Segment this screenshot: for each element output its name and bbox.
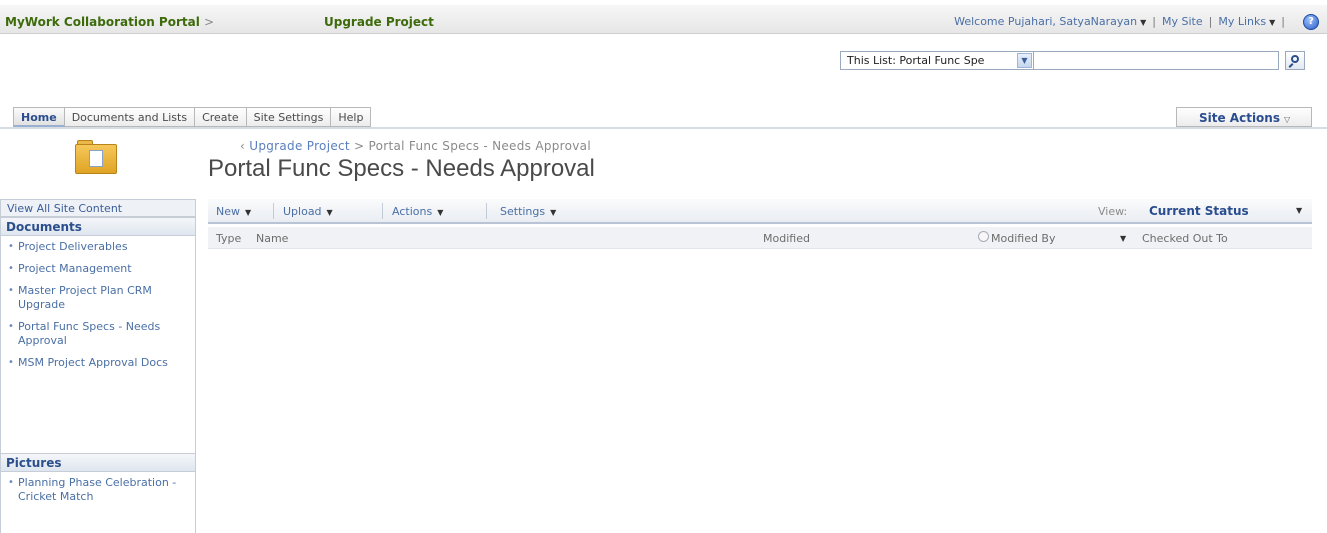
top-bar-body: MyWork Collaboration Portal > Upgrade Pr…	[0, 5, 1327, 34]
quicklaunch-pictures-list: Planning Phase Celebration - Cricket Mat…	[0, 472, 196, 533]
upload-label: Upload	[283, 205, 322, 218]
chevron-down-icon[interactable]: ▼	[1120, 234, 1126, 243]
quicklaunch-item[interactable]: Project Deliverables	[1, 236, 195, 258]
welcome-text[interactable]: Welcome Pujahari, SatyaNarayan	[954, 15, 1137, 28]
toolbar-divider	[486, 203, 487, 219]
help-icon[interactable]: ?	[1303, 14, 1319, 30]
quicklaunch-header-documents[interactable]: Documents	[0, 217, 196, 236]
page-title: Portal Func Specs - Needs Approval	[208, 155, 595, 182]
folder-icon	[75, 140, 117, 174]
search-icon-handle	[1288, 63, 1294, 68]
quicklaunch-item[interactable]: Portal Func Specs - Needs Approval	[1, 316, 195, 352]
tab-site-settings[interactable]: Site Settings	[246, 107, 332, 127]
user-links: Welcome Pujahari, SatyaNarayan ▼ | My Site |…	[954, 15, 1291, 28]
column-header-type[interactable]: Type	[216, 232, 241, 245]
list-column-headers: Type Name Modified Modified By ▼ Checked…	[208, 227, 1312, 249]
settings-menu[interactable]: Settings ▼	[500, 205, 556, 218]
breadcrumb-project-link[interactable]: Upgrade Project	[249, 139, 350, 153]
clock-icon	[978, 231, 989, 242]
global-top-bar: MyWork Collaboration Portal > Upgrade Pr…	[0, 0, 1327, 34]
view-select[interactable]: Current Status	[1149, 204, 1249, 218]
chevron-down-icon[interactable]: ▼	[1017, 53, 1032, 68]
chevron-down-icon[interactable]: ▼	[1140, 18, 1146, 27]
breadcrumb-lead: ‹	[240, 139, 246, 153]
tab-create[interactable]: Create	[195, 107, 247, 127]
chevron-down-icon: ▼	[245, 208, 252, 217]
site-actions-label: Site Actions	[1199, 111, 1280, 125]
document-icon	[89, 150, 103, 167]
search-scope-value: This List: Portal Func Spe	[847, 54, 985, 67]
toolbar-divider	[273, 203, 274, 219]
view-all-site-content-link[interactable]: View All Site Content	[0, 200, 196, 217]
column-header-checked-out-to[interactable]: Checked Out To	[1142, 232, 1228, 245]
chevron-down-icon: ▼	[550, 208, 557, 217]
breadcrumb-current: > Portal Func Specs - Needs Approval	[354, 139, 591, 153]
actions-label: Actions	[392, 205, 433, 218]
site-actions-menu[interactable]: Site Actions ▽	[1176, 107, 1312, 127]
welcome-menu[interactable]: Welcome Pujahari, SatyaNarayan ▼	[954, 15, 1146, 28]
column-header-name[interactable]: Name	[256, 232, 288, 245]
quick-launch: View All Site Content Documents Project …	[0, 199, 196, 533]
my-site-link[interactable]: My Site	[1162, 15, 1203, 28]
column-header-modified[interactable]: Modified	[763, 232, 810, 245]
breadcrumb-separator: >	[204, 15, 215, 29]
search-input[interactable]	[1034, 51, 1279, 70]
quicklaunch-item[interactable]: MSM Project Approval Docs	[1, 352, 195, 374]
divider: |	[1208, 15, 1213, 28]
chevron-down-icon: ▼	[326, 208, 333, 217]
quicklaunch-documents-list: Project Deliverables Project Management …	[0, 236, 196, 453]
quicklaunch-item[interactable]: Master Project Plan CRM Upgrade	[1, 280, 195, 316]
divider: |	[1281, 15, 1285, 28]
new-label: New	[216, 205, 240, 218]
tab-home[interactable]: Home	[13, 107, 65, 127]
divider: |	[1152, 15, 1157, 28]
chevron-down-icon[interactable]: ▼	[1269, 18, 1275, 27]
search-button[interactable]	[1285, 51, 1305, 70]
view-label: View:	[1098, 205, 1128, 218]
column-header-modified-by[interactable]: Modified By	[991, 232, 1056, 245]
toolbar-divider	[382, 203, 383, 219]
new-menu[interactable]: New ▼	[216, 205, 251, 218]
settings-label: Settings	[500, 205, 546, 218]
project-link[interactable]: Upgrade Project	[324, 15, 434, 29]
nav-divider	[0, 127, 1327, 129]
tab-help[interactable]: Help	[331, 107, 372, 127]
quicklaunch-item[interactable]: Project Management	[1, 258, 195, 280]
tab-documents-and-lists[interactable]: Documents and Lists	[64, 107, 196, 127]
portal-breadcrumb[interactable]: MyWork Collaboration Portal >	[5, 15, 214, 29]
quicklaunch-header-pictures[interactable]: Pictures	[0, 453, 196, 472]
chevron-down-icon: ▽	[1284, 115, 1291, 124]
my-links-text[interactable]: My Links	[1218, 15, 1266, 28]
my-links-menu[interactable]: My Links ▼	[1218, 15, 1275, 28]
actions-menu[interactable]: Actions ▼	[392, 205, 443, 218]
top-nav-tabs: Home Documents and Lists Create Site Set…	[13, 107, 372, 127]
upload-menu[interactable]: Upload ▼	[283, 205, 333, 218]
breadcrumb: ‹ Upgrade Project > Portal Func Specs - …	[240, 139, 591, 153]
list-toolbar: New ▼ Upload ▼ Actions ▼ Settings ▼ View: Cu…	[208, 199, 1312, 224]
search-scope-select[interactable]: This List: Portal Func Spe ▼	[840, 51, 1034, 70]
chevron-down-icon[interactable]: ▼	[1296, 206, 1302, 215]
quicklaunch-item[interactable]: Planning Phase Celebration - Cricket Mat…	[1, 472, 195, 508]
portal-link[interactable]: MyWork Collaboration Portal	[5, 15, 200, 29]
search-icon	[1291, 55, 1299, 63]
chevron-down-icon: ▼	[437, 208, 444, 217]
